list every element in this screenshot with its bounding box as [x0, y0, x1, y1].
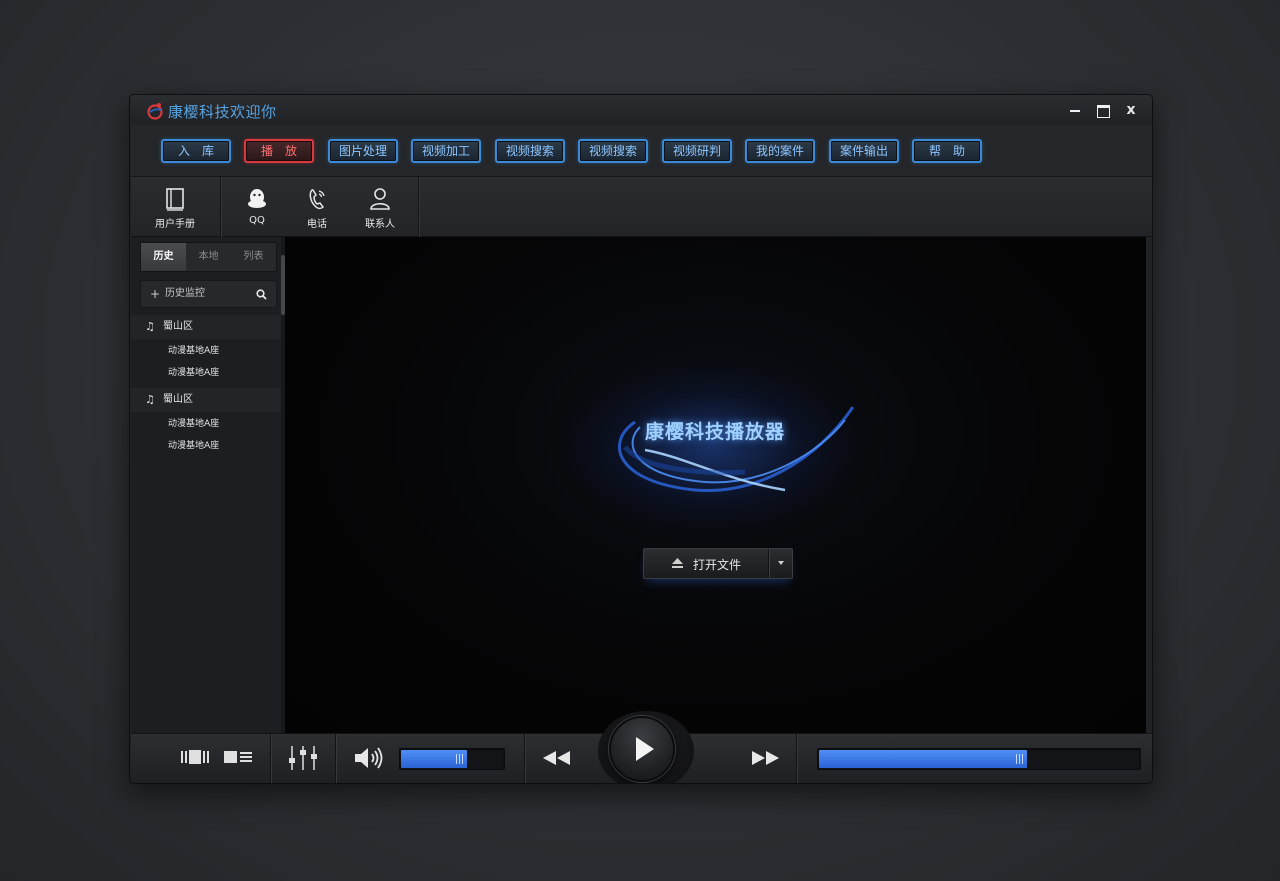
search-icon[interactable]: [256, 289, 267, 300]
toolbar-divider: [220, 177, 221, 237]
menu-video-search-button[interactable]: 视频搜索: [495, 139, 565, 163]
chevron-down-icon[interactable]: [778, 561, 784, 565]
book-icon: [166, 188, 184, 211]
progress-fill: [819, 750, 1027, 768]
contacts-button[interactable]: 联系人: [355, 177, 405, 237]
title-bar[interactable]: 康樱科技欢迎你 x: [130, 95, 1152, 125]
controls-divider: [796, 734, 797, 783]
menu-help-button[interactable]: 帮 助: [912, 139, 982, 163]
menu-image-processing-button[interactable]: 图片处理: [328, 139, 398, 163]
fast-forward-icon[interactable]: [751, 751, 781, 765]
qq-label: QQ: [249, 215, 265, 226]
history-monitor-search[interactable]: + 历史监控: [140, 280, 277, 308]
person-icon: [370, 188, 390, 210]
qq-penguin-icon: [248, 189, 266, 208]
menu-video-processing-button[interactable]: 视频加工: [411, 139, 481, 163]
tree-item[interactable]: 动漫基地A座: [168, 436, 278, 456]
app-logo-icon: [147, 103, 163, 120]
tree-group-label: 蜀山区: [163, 321, 193, 332]
menu-video-analysis-button[interactable]: 视频研判: [662, 139, 732, 163]
phone-icon: [309, 189, 325, 210]
toolbar: 用户手册 QQ 电话 联系人: [131, 177, 1152, 237]
tab-list[interactable]: 列表: [231, 243, 276, 271]
tree-group-label: 蜀山区: [163, 394, 193, 405]
progress-slider[interactable]: [817, 748, 1141, 770]
menu-my-cases-button[interactable]: 我的案件: [745, 139, 815, 163]
open-file-divider: [768, 549, 769, 578]
menu-import-button[interactable]: 入 库: [161, 139, 231, 163]
contacts-label: 联系人: [365, 219, 395, 230]
open-file-label: 打开文件: [693, 558, 742, 572]
equalizer-icon[interactable]: [288, 744, 318, 772]
brand-title: 康樱科技播放器: [645, 421, 786, 443]
app-title: 康樱科技欢迎你: [168, 103, 277, 121]
close-button[interactable]: x: [1120, 100, 1142, 120]
qq-button[interactable]: QQ: [235, 177, 279, 237]
music-note-icon: ♫: [145, 393, 155, 406]
open-file-button[interactable]: 打开文件: [643, 548, 793, 579]
music-note-icon: ♫: [145, 320, 155, 333]
controls-divider: [335, 734, 336, 783]
rewind-icon[interactable]: [542, 751, 572, 765]
tree-group[interactable]: ♫ 蜀山区: [131, 388, 281, 412]
maximize-button[interactable]: [1092, 100, 1114, 120]
tree-item[interactable]: 动漫基地A座: [168, 341, 278, 361]
controls-divider: [270, 734, 271, 783]
controls-divider: [524, 734, 525, 783]
slider-grip[interactable]: [456, 754, 464, 764]
search-label: 历史监控: [165, 288, 205, 299]
tab-history[interactable]: 历史: [141, 243, 186, 271]
eject-icon: [672, 558, 683, 568]
tree-item[interactable]: 动漫基地A座: [168, 414, 278, 434]
phone-button[interactable]: 电话: [295, 177, 339, 237]
sidebar-tabs: 历史 本地 列表: [140, 242, 277, 272]
user-manual-button[interactable]: 用户手册: [145, 177, 205, 237]
playback-controls: [131, 711, 1152, 783]
playlist-icon[interactable]: [224, 749, 252, 765]
minimize-button[interactable]: [1064, 100, 1086, 120]
sidebar: 历史 本地 列表 + 历史监控 ♫ 蜀山区 动漫基地A座 动漫基地A座 ♫ 蜀山…: [131, 237, 281, 733]
volume-icon[interactable]: [354, 746, 386, 770]
menu-video-search-2-button[interactable]: 视频搜索: [578, 139, 648, 163]
tree-group[interactable]: ♫ 蜀山区: [131, 315, 281, 339]
toolbar-divider: [418, 177, 419, 237]
play-icon: [636, 737, 654, 761]
slider-grip[interactable]: [1016, 754, 1024, 764]
video-display[interactable]: 康樱科技播放器 打开文件: [285, 237, 1146, 733]
filmstrip-icon[interactable]: [181, 749, 209, 765]
main-menu-bar: 入 库 播 放 图片处理 视频加工 视频搜索 视频搜索 视频研判 我的案件 案件…: [131, 125, 1152, 177]
menu-play-button[interactable]: 播 放: [244, 139, 314, 163]
menu-case-output-button[interactable]: 案件输出: [829, 139, 899, 163]
volume-slider[interactable]: [399, 748, 505, 770]
phone-label: 电话: [307, 219, 327, 230]
user-manual-label: 用户手册: [155, 219, 195, 230]
add-icon[interactable]: +: [150, 281, 160, 307]
tree-item[interactable]: 动漫基地A座: [168, 363, 278, 383]
play-button[interactable]: [609, 716, 675, 782]
player-window: 康樱科技欢迎你 x 入 库 播 放 图片处理 视频加工 视频搜索 视频搜索 视频…: [129, 94, 1153, 784]
tab-local[interactable]: 本地: [186, 243, 231, 271]
